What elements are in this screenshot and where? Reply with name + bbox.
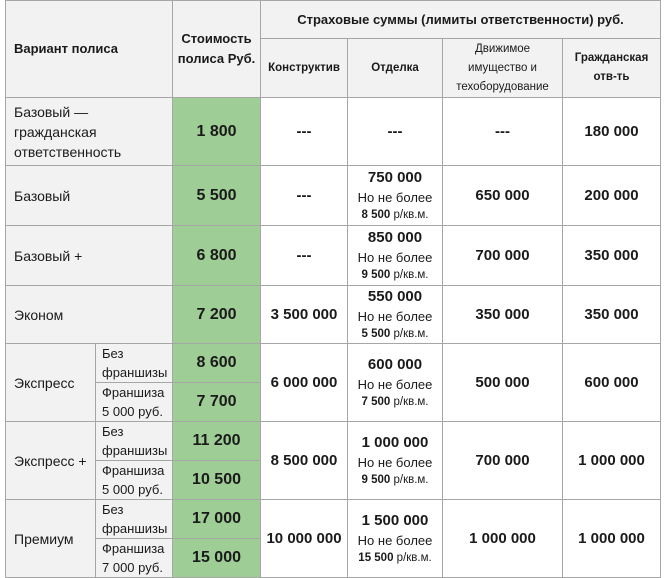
dvizh-cell: 700 000 (442, 421, 564, 500)
deductible-label: Франшиза 7 000 руб. (94, 538, 174, 578)
header-otdelka: Отделка (347, 38, 444, 98)
header-variant: Вариант полиса (4, 0, 174, 98)
header-dvizh: Движимое имущество и техоборудование (442, 38, 564, 98)
otdelka-note: Но не более (357, 249, 433, 265)
table-row: Базовый 5 500 --- 750 000 Но не более 8 500 р… (4, 165, 662, 226)
rate-value: 7 500 (361, 395, 391, 408)
grazhd-cell: 350 000 (562, 225, 662, 286)
otdelka-rate: 15 500 р/кв.м. (351, 550, 439, 567)
konstr-cell: 6 000 000 (260, 343, 349, 422)
price-cell: 7 700 (172, 382, 262, 422)
dvizh-cell: 500 000 (442, 343, 564, 422)
dvizh-cell: --- (442, 97, 564, 166)
dvizh-cell: 350 000 (442, 285, 564, 344)
insurance-policy-table: Вариант полиса Стоимость полиса Руб. Стр… (4, 0, 662, 578)
grazhd-cell: 600 000 (562, 343, 662, 422)
table-row: Эконом 7 200 3 500 000 550 000 Но не более 5 … (4, 285, 662, 344)
grazhd-cell: 350 000 (562, 285, 662, 344)
price-cell: 6 800 (172, 225, 262, 286)
deductible-label: Без франшизы (94, 421, 174, 461)
otdelka-value: 750 000 (367, 168, 423, 186)
grazhd-cell: 1 000 000 (562, 421, 662, 500)
otdelka-note: Но не более (357, 454, 433, 470)
deductible-label: Франшиза 5 000 руб. (94, 382, 174, 422)
otdelka-note: Но не более (357, 376, 433, 392)
konstr-cell: --- (260, 225, 349, 286)
rate-value: 9 500 (361, 473, 391, 486)
header-konstr: Конструктив (260, 38, 349, 98)
header-sums: Страховые суммы (лимиты ответственности)… (260, 0, 662, 39)
rate-unit: р/кв.м. (390, 395, 429, 408)
rate-unit: р/кв.м. (390, 268, 429, 281)
konstr-cell: --- (260, 165, 349, 226)
deductible-label: Франшиза 5 000 руб. (94, 460, 174, 500)
table-row: Базовый — гражданская ответственность 1 8… (4, 97, 662, 166)
price-cell: 5 500 (172, 165, 262, 226)
table-row: Экспресс Без франшизы 8 600 6 000 000 600 00… (5, 343, 662, 422)
variant-name: Базовый — гражданская ответственность (4, 97, 174, 166)
otdelka-value: 1 000 000 (361, 433, 429, 451)
otdelka-cell: 1 500 000 Но не более 15 500 р/кв.м. (347, 499, 444, 578)
otdelka-note: Но не более (357, 532, 433, 548)
price-cell: 17 000 (172, 499, 262, 539)
variant-name: Эконом (4, 285, 174, 344)
price-cell: 7 200 (172, 285, 262, 344)
price-cell: 8 600 (172, 343, 262, 383)
price-cell: 11 200 (172, 421, 262, 461)
otdelka-rate: 9 500 р/кв.м. (351, 267, 439, 284)
header-price: Стоимость полиса Руб. (172, 0, 262, 98)
dvizh-cell: 1 000 000 (442, 499, 564, 578)
otdelka-cell: 600 000 Но не более 7 500 р/кв.м. (347, 343, 444, 422)
variant-name: Экспресс + (5, 421, 96, 500)
otdelka-cell: 550 000 Но не более 5 500 р/кв.м. (347, 285, 444, 344)
price-cell: 1 800 (172, 97, 262, 166)
otdelka-cell: 1 000 000 Но не более 9 500 р/кв.м. (347, 421, 444, 500)
variant-name: Экспресс (5, 343, 96, 422)
header-grazhd: Гражданская отв-ть (562, 38, 662, 98)
rate-unit: р/кв.м. (390, 327, 429, 340)
rate-value: 5 500 (361, 327, 391, 340)
konstr-cell: --- (260, 97, 349, 166)
rate-value: 8 500 (361, 208, 391, 221)
table-row: Экспресс + Без франшизы 11 200 8 500 000 1 0… (5, 421, 662, 500)
variant-name: Базовый + (4, 225, 174, 286)
konstr-cell: 3 500 000 (260, 285, 349, 344)
otdelka-note: Но не более (357, 308, 433, 324)
konstr-cell: 10 000 000 (260, 499, 349, 578)
grazhd-cell: 1 000 000 (562, 499, 662, 578)
rate-unit: р/кв.м. (393, 551, 432, 564)
deductible-label: Без франшизы (94, 343, 174, 383)
variant-name: Базовый (4, 165, 174, 226)
price-cell: 10 500 (172, 460, 262, 500)
otdelka-value: 600 000 (367, 355, 423, 373)
otdelka-rate: 9 500 р/кв.м. (351, 472, 439, 489)
otdelka-cell: --- (347, 97, 444, 166)
price-cell: 15 000 (172, 538, 262, 578)
otdelka-note: Но не более (357, 189, 433, 205)
otdelka-value: 850 000 (367, 228, 423, 246)
grazhd-cell: 200 000 (562, 165, 662, 226)
rate-value: 9 500 (361, 268, 391, 281)
table-row: Премиум Без франшизы 17 000 10 000 000 1 500… (5, 499, 662, 578)
otdelka-value: 1 500 000 (361, 511, 429, 529)
otdelka-rate: 8 500 р/кв.м. (351, 207, 439, 224)
otdelka-rate: 7 500 р/кв.м. (351, 394, 439, 411)
dvizh-cell: 700 000 (442, 225, 564, 286)
rate-unit: р/кв.м. (390, 208, 429, 221)
rate-unit: р/кв.м. (390, 473, 429, 486)
otdelka-rate: 5 500 р/кв.м. (351, 326, 439, 343)
deductible-label: Без франшизы (94, 499, 174, 539)
otdelka-cell: 850 000 Но не более 9 500 р/кв.м. (347, 225, 444, 286)
otdelka-value: 550 000 (367, 287, 423, 305)
table-row: Базовый +6 800 --- 850 000 Но не более 9 500… (4, 225, 662, 286)
konstr-cell: 8 500 000 (260, 421, 349, 500)
otdelka-cell: 750 000 Но не более 8 500 р/кв.м. (347, 165, 444, 226)
dvizh-cell: 650 000 (442, 165, 564, 226)
rate-value: 15 500 (358, 551, 394, 564)
variant-name: Премиум (5, 499, 96, 578)
grazhd-cell: 180 000 (562, 97, 662, 166)
